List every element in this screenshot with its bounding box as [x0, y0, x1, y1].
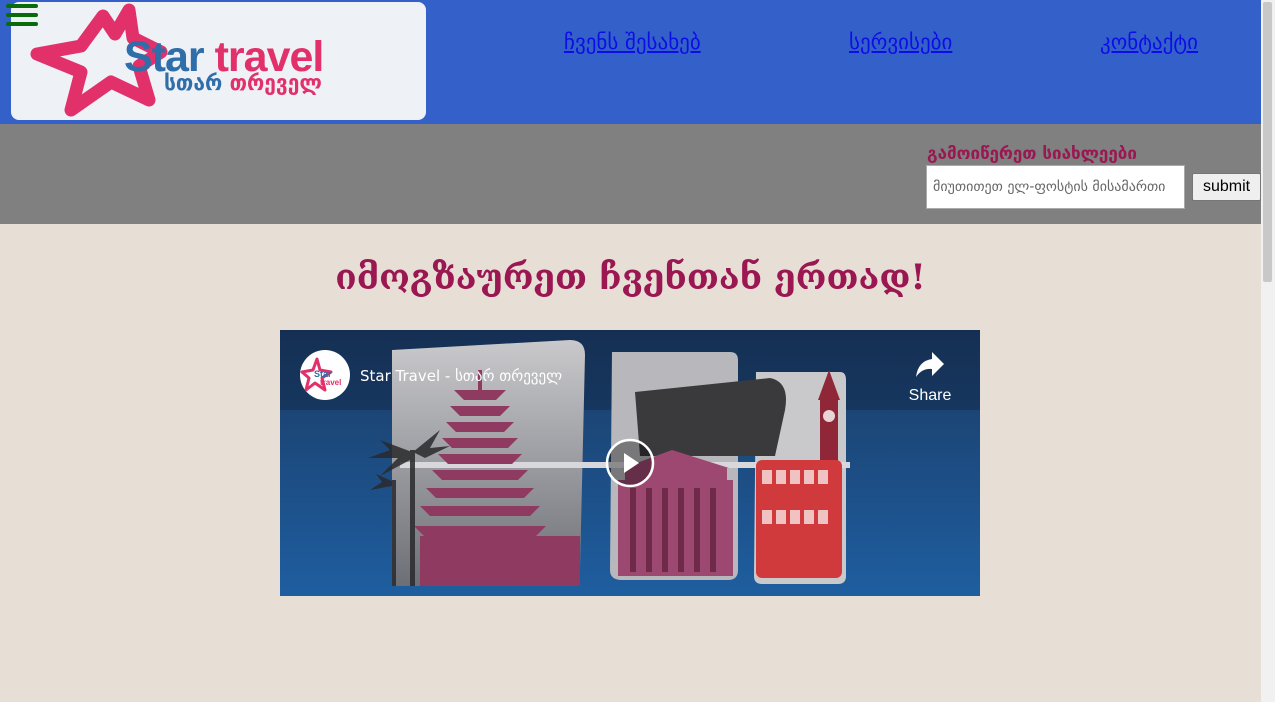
channel-avatar[interactable]: Star travel	[300, 350, 350, 400]
submit-button[interactable]: submit	[1192, 173, 1261, 201]
site-logo[interactable]: Star travel სთარ თრეველ	[11, 2, 426, 120]
nav-link-about[interactable]: ჩვენს შესახებ	[564, 29, 701, 55]
nav-link-services[interactable]: სერვისები	[849, 29, 952, 55]
site-header: Star travel სთარ თრეველ ჩვენს შესახებ სე…	[0, 0, 1261, 124]
share-arrow-icon	[916, 352, 944, 377]
share-label: Share	[908, 387, 952, 404]
logo-wordmark-georgian: სთარ თრეველ	[164, 71, 322, 95]
video-player[interactable]: Star travel Star Travel - სთარ თრეველ Sh…	[280, 330, 980, 596]
page-title: იმოგზაურეთ ჩვენთან ერთად!	[335, 257, 926, 298]
svg-text:travel: travel	[320, 378, 341, 387]
scrollbar-thumb[interactable]	[1263, 2, 1272, 282]
star-logo-icon: Star travel	[300, 357, 341, 392]
play-icon[interactable]	[605, 438, 655, 488]
video-title[interactable]: Star Travel - სთარ თრეველ	[360, 366, 562, 386]
nav-link-contact[interactable]: კონტაქტი	[1100, 29, 1198, 55]
newsletter-label: გამოიწერეთ სიახლეები	[927, 144, 1137, 164]
hamburger-menu-icon[interactable]	[6, 4, 38, 32]
share-button[interactable]: Share	[900, 348, 960, 418]
email-input[interactable]	[926, 165, 1185, 209]
